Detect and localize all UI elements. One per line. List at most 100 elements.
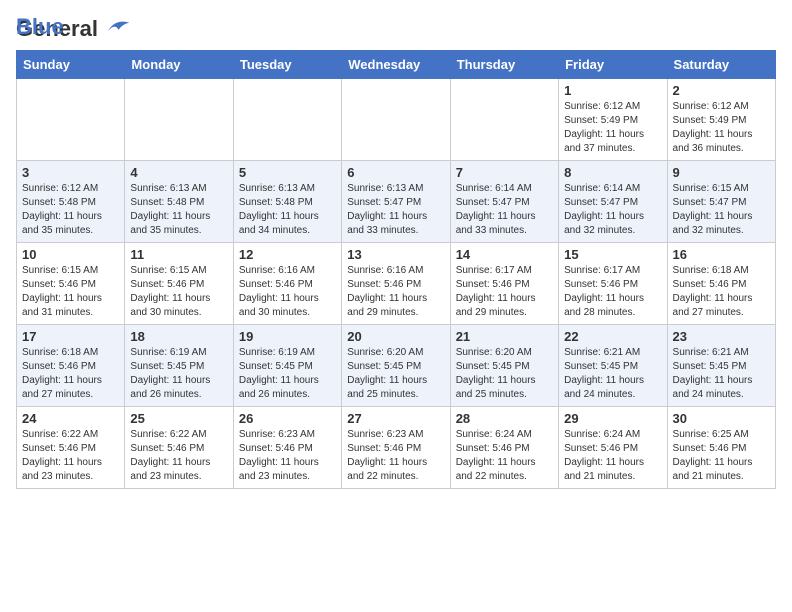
calendar-cell: 24Sunrise: 6:22 AMSunset: 5:46 PMDayligh…: [17, 407, 125, 489]
calendar-header-row: SundayMondayTuesdayWednesdayThursdayFrid…: [17, 51, 776, 79]
cell-text: Sunset: 5:48 PM: [239, 196, 336, 210]
cell-text: Sunrise: 6:19 AM: [239, 346, 336, 360]
cell-text: Sunrise: 6:12 AM: [22, 182, 119, 196]
calendar-cell: 27Sunrise: 6:23 AMSunset: 5:46 PMDayligh…: [342, 407, 450, 489]
cell-text: and 26 minutes.: [239, 388, 336, 402]
calendar-cell: 11Sunrise: 6:15 AMSunset: 5:46 PMDayligh…: [125, 243, 233, 325]
calendar-cell: 18Sunrise: 6:19 AMSunset: 5:45 PMDayligh…: [125, 325, 233, 407]
cell-text: and 24 minutes.: [673, 388, 770, 402]
cell-text: Sunset: 5:45 PM: [456, 360, 553, 374]
cell-text: Daylight: 11 hours: [130, 456, 227, 470]
calendar-cell: 19Sunrise: 6:19 AMSunset: 5:45 PMDayligh…: [233, 325, 341, 407]
calendar-cell: 16Sunrise: 6:18 AMSunset: 5:46 PMDayligh…: [667, 243, 775, 325]
cell-text: Sunset: 5:46 PM: [130, 442, 227, 456]
cell-text: and 35 minutes.: [130, 224, 227, 238]
cell-text: Daylight: 11 hours: [456, 292, 553, 306]
cell-text: and 21 minutes.: [564, 470, 661, 484]
cell-text: and 24 minutes.: [564, 388, 661, 402]
calendar-cell: 28Sunrise: 6:24 AMSunset: 5:46 PMDayligh…: [450, 407, 558, 489]
cell-text: Daylight: 11 hours: [456, 374, 553, 388]
cell-text: Daylight: 11 hours: [347, 456, 444, 470]
cell-text: Sunset: 5:46 PM: [22, 442, 119, 456]
calendar-week-1: 1Sunrise: 6:12 AMSunset: 5:49 PMDaylight…: [17, 79, 776, 161]
cell-text: Sunrise: 6:13 AM: [347, 182, 444, 196]
day-number: 16: [673, 247, 770, 262]
cell-text: Sunrise: 6:23 AM: [347, 428, 444, 442]
cell-text: and 37 minutes.: [564, 142, 661, 156]
calendar-cell: 29Sunrise: 6:24 AMSunset: 5:46 PMDayligh…: [559, 407, 667, 489]
cell-text: and 23 minutes.: [239, 470, 336, 484]
cell-text: Sunset: 5:46 PM: [456, 442, 553, 456]
cell-text: and 25 minutes.: [347, 388, 444, 402]
cell-text: Sunrise: 6:15 AM: [673, 182, 770, 196]
calendar-cell: 9Sunrise: 6:15 AMSunset: 5:47 PMDaylight…: [667, 161, 775, 243]
day-number: 4: [130, 165, 227, 180]
cell-text: Sunrise: 6:13 AM: [239, 182, 336, 196]
cell-text: Daylight: 11 hours: [673, 292, 770, 306]
cell-text: Sunset: 5:46 PM: [22, 278, 119, 292]
cell-text: and 32 minutes.: [673, 224, 770, 238]
cell-text: and 22 minutes.: [456, 470, 553, 484]
cell-text: Sunset: 5:45 PM: [673, 360, 770, 374]
cell-text: Sunrise: 6:18 AM: [22, 346, 119, 360]
calendar-cell: 10Sunrise: 6:15 AMSunset: 5:46 PMDayligh…: [17, 243, 125, 325]
cell-text: Sunrise: 6:22 AM: [130, 428, 227, 442]
header-wednesday: Wednesday: [342, 51, 450, 79]
calendar-cell: 13Sunrise: 6:16 AMSunset: 5:46 PMDayligh…: [342, 243, 450, 325]
cell-text: Sunrise: 6:20 AM: [456, 346, 553, 360]
day-number: 13: [347, 247, 444, 262]
cell-text: Sunrise: 6:22 AM: [22, 428, 119, 442]
cell-text: Sunset: 5:47 PM: [673, 196, 770, 210]
cell-text: Sunrise: 6:21 AM: [673, 346, 770, 360]
cell-text: Daylight: 11 hours: [22, 210, 119, 224]
calendar-cell: 17Sunrise: 6:18 AMSunset: 5:46 PMDayligh…: [17, 325, 125, 407]
cell-text: and 27 minutes.: [673, 306, 770, 320]
cell-text: Sunset: 5:45 PM: [564, 360, 661, 374]
cell-text: Daylight: 11 hours: [564, 456, 661, 470]
cell-text: Sunrise: 6:16 AM: [239, 264, 336, 278]
calendar-week-2: 3Sunrise: 6:12 AMSunset: 5:48 PMDaylight…: [17, 161, 776, 243]
cell-text: and 35 minutes.: [22, 224, 119, 238]
cell-text: Daylight: 11 hours: [564, 128, 661, 142]
cell-text: and 32 minutes.: [564, 224, 661, 238]
calendar-cell: 7Sunrise: 6:14 AMSunset: 5:47 PMDaylight…: [450, 161, 558, 243]
calendar-cell: [342, 79, 450, 161]
cell-text: and 25 minutes.: [456, 388, 553, 402]
page-header: General Blue: [16, 16, 776, 40]
cell-text: and 23 minutes.: [22, 470, 119, 484]
cell-text: Sunrise: 6:14 AM: [456, 182, 553, 196]
calendar-cell: 21Sunrise: 6:20 AMSunset: 5:45 PMDayligh…: [450, 325, 558, 407]
cell-text: Sunset: 5:49 PM: [673, 114, 770, 128]
calendar-week-3: 10Sunrise: 6:15 AMSunset: 5:46 PMDayligh…: [17, 243, 776, 325]
header-tuesday: Tuesday: [233, 51, 341, 79]
calendar-week-5: 24Sunrise: 6:22 AMSunset: 5:46 PMDayligh…: [17, 407, 776, 489]
calendar-cell: 1Sunrise: 6:12 AMSunset: 5:49 PMDaylight…: [559, 79, 667, 161]
cell-text: Daylight: 11 hours: [673, 210, 770, 224]
cell-text: Sunset: 5:46 PM: [673, 442, 770, 456]
cell-text: Daylight: 11 hours: [673, 374, 770, 388]
header-thursday: Thursday: [450, 51, 558, 79]
header-friday: Friday: [559, 51, 667, 79]
cell-text: Daylight: 11 hours: [347, 374, 444, 388]
cell-text: and 33 minutes.: [347, 224, 444, 238]
day-number: 24: [22, 411, 119, 426]
logo-bird-icon: [100, 17, 130, 37]
day-number: 15: [564, 247, 661, 262]
cell-text: Sunset: 5:48 PM: [22, 196, 119, 210]
cell-text: and 23 minutes.: [130, 470, 227, 484]
day-number: 5: [239, 165, 336, 180]
cell-text: Daylight: 11 hours: [130, 292, 227, 306]
cell-text: Daylight: 11 hours: [673, 128, 770, 142]
cell-text: Daylight: 11 hours: [22, 292, 119, 306]
cell-text: Sunrise: 6:15 AM: [130, 264, 227, 278]
cell-text: Daylight: 11 hours: [673, 456, 770, 470]
cell-text: Sunset: 5:47 PM: [347, 196, 444, 210]
day-number: 26: [239, 411, 336, 426]
day-number: 18: [130, 329, 227, 344]
calendar-cell: [17, 79, 125, 161]
cell-text: Sunset: 5:49 PM: [564, 114, 661, 128]
calendar-cell: [233, 79, 341, 161]
calendar-week-4: 17Sunrise: 6:18 AMSunset: 5:46 PMDayligh…: [17, 325, 776, 407]
cell-text: and 26 minutes.: [130, 388, 227, 402]
day-number: 22: [564, 329, 661, 344]
